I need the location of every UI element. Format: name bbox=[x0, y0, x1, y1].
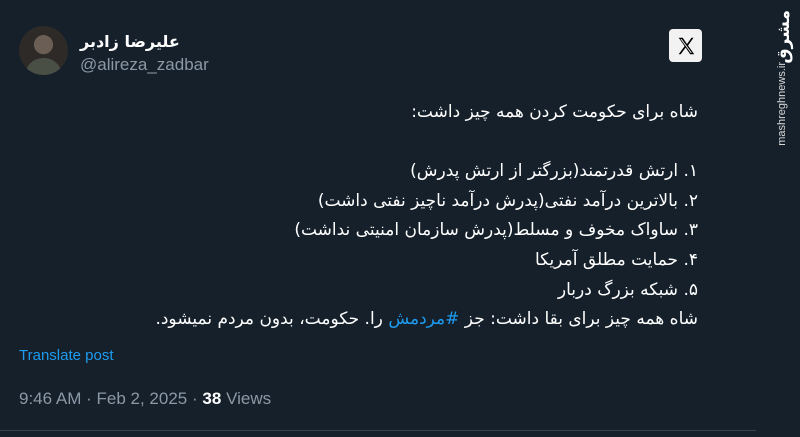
tweet-date[interactable]: Feb 2, 2025 bbox=[97, 389, 188, 408]
views-label: Views bbox=[226, 389, 272, 408]
tweet-line: ۳. ساواک مخوف و مسلط(پدرش سازمان امنیتی … bbox=[294, 220, 698, 241]
views-count: 38 bbox=[202, 389, 222, 408]
tweet-line-last: شاه همه چیز برای بقا داشت: جز #مردمش را.… bbox=[48, 305, 698, 335]
author-handle[interactable]: @alireza_zadbar bbox=[80, 55, 209, 75]
divider bbox=[0, 430, 756, 431]
tweet-line bbox=[48, 128, 698, 158]
tweet-card: علیرضا زادبر @alireza_zadbar شاه برای حک… bbox=[0, 0, 756, 437]
tweet-line: ۱. ارتش قدرتمند(بزرگتر از ارتش پدرش) bbox=[410, 161, 698, 182]
tweet-text-segment: را. حکومت، بدون مردم نمیشود. bbox=[155, 309, 389, 330]
watermark-url: mashreghnews.ir bbox=[776, 62, 788, 146]
tweet-meta: 9:46 AM · Feb 2, 2025 · 38 Views bbox=[19, 389, 271, 409]
tweet-line: ۲. بالاترین درآمد نفتی(پدرش درآمد ناچیز … bbox=[317, 190, 698, 211]
hashtag-link[interactable]: #مردمش bbox=[388, 309, 459, 329]
tweet-text-segment: شاه همه چیز برای بقا داشت: جز bbox=[459, 309, 698, 330]
author-display-name[interactable]: علیرضا زادبر bbox=[80, 32, 180, 51]
tweet-time[interactable]: 9:46 AM bbox=[19, 389, 81, 408]
tweet-text: شاه برای حکومت کردن همه چیز داشت: ۱. ارت… bbox=[48, 98, 698, 335]
tweet-line: شاه برای حکومت کردن همه چیز داشت: bbox=[411, 102, 698, 122]
avatar[interactable] bbox=[19, 26, 68, 75]
tweet-line: ۵. شبکه بزرگ دربار bbox=[557, 279, 698, 300]
watermark-strip: مشرق mashreghnews.ir bbox=[756, 0, 800, 437]
tweet-line: ۴. حمایت مطلق آمریکا bbox=[534, 249, 698, 270]
x-logo-icon[interactable] bbox=[669, 29, 702, 62]
meta-separator: · bbox=[192, 389, 198, 408]
avatar-figure bbox=[25, 58, 62, 75]
translate-post-link[interactable]: Translate post bbox=[19, 347, 114, 364]
watermark-logo: مشرق bbox=[774, 10, 794, 64]
meta-separator: · bbox=[86, 389, 92, 408]
